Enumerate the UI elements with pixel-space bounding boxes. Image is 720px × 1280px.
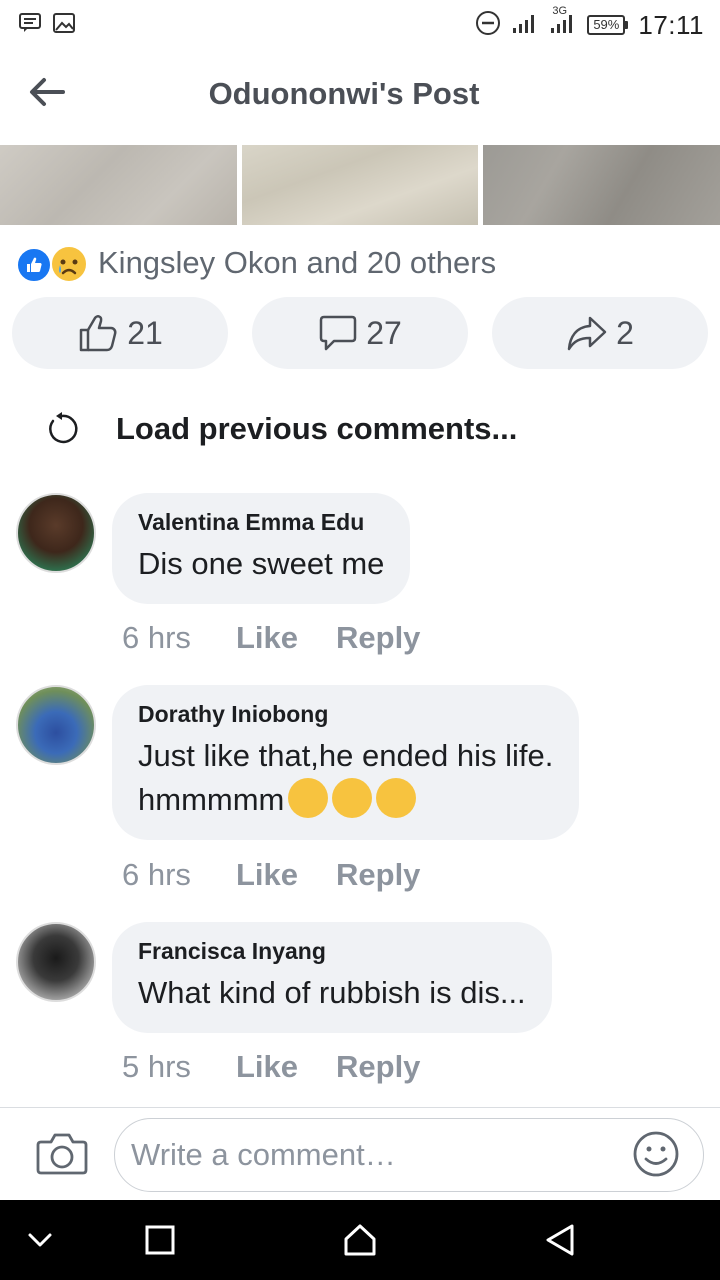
comment-meta: 6 hrs Like Reply	[122, 620, 420, 656]
load-previous-comments[interactable]: Load previous comments...	[44, 404, 517, 454]
comment-bubble[interactable]: Francisca Inyang What kind of rubbish is…	[112, 922, 552, 1033]
comment-time: 6 hrs	[122, 620, 191, 655]
avatar[interactable]	[16, 922, 96, 1002]
comment-text-line: hmmmmm	[138, 777, 553, 822]
smiley-icon	[633, 1131, 679, 1177]
signal-3g-icon: 3G	[549, 5, 577, 40]
clock: 17:11	[638, 9, 704, 40]
commenter-name[interactable]: Valentina Emma Edu	[138, 509, 384, 536]
post-image-strip	[0, 145, 720, 225]
like-button[interactable]: 21	[12, 297, 228, 369]
system-navigation-bar	[0, 1200, 720, 1280]
comment-meta: 5 hrs Like Reply	[122, 1049, 420, 1085]
camera-icon	[36, 1133, 88, 1175]
comment-text: Just like that,he ended his life. hmmmmm	[138, 734, 553, 822]
comment-text-fragment: hmmmmm	[138, 782, 285, 817]
comment-text: Dis one sweet me	[138, 546, 385, 581]
load-previous-comments-label: Load previous comments...	[116, 411, 518, 446]
comment-time: 6 hrs	[122, 857, 191, 892]
recents-square-icon	[145, 1225, 175, 1255]
signal-icon	[511, 11, 539, 40]
comment-reply-link[interactable]: Reply	[336, 857, 420, 893]
nav-collapse-button[interactable]	[20, 1220, 60, 1260]
avatar[interactable]	[16, 493, 96, 573]
avatar[interactable]	[16, 685, 96, 765]
comment-meta: 6 hrs Like Reply	[122, 857, 420, 893]
battery-icon: 59%	[587, 15, 629, 35]
status-bar: 3G 59% 17:11	[0, 0, 720, 50]
comment-time: 5 hrs	[122, 1049, 191, 1084]
comment-bubble[interactable]: Valentina Emma Edu Dis one sweet me	[112, 493, 411, 604]
comment-bubble[interactable]: Dorathy Iniobong Just like that,he ended…	[112, 685, 580, 840]
share-button[interactable]: 2	[492, 297, 708, 369]
comment-reply-link[interactable]: Reply	[336, 620, 420, 656]
battery-level: 59%	[587, 15, 626, 35]
camera-button[interactable]	[36, 1130, 88, 1176]
comment-item: Francisca Inyang What kind of rubbish is…	[16, 922, 716, 1042]
chevron-down-icon	[28, 1233, 52, 1247]
nav-home-button[interactable]	[340, 1220, 380, 1260]
do-not-disturb-icon	[475, 10, 501, 41]
comment-count: 27	[366, 314, 402, 351]
nav-back-button[interactable]	[540, 1220, 580, 1260]
back-triangle-icon	[546, 1224, 574, 1256]
header: Oduononwi's Post	[0, 50, 720, 145]
post-image[interactable]	[0, 145, 237, 225]
share-arrow-icon	[567, 316, 607, 351]
like-reaction-icon	[16, 247, 52, 283]
share-count: 2	[616, 314, 634, 351]
refresh-icon	[49, 412, 78, 444]
comment-button[interactable]: 27	[252, 297, 468, 369]
comment-text-line: Just like that,he ended his life.	[138, 738, 554, 773]
thinking-face-emoji-icon	[288, 777, 329, 818]
nav-recents-button[interactable]	[140, 1220, 180, 1260]
comment-item: Dorathy Iniobong Just like that,he ended…	[16, 685, 716, 845]
comment-text: What kind of rubbish is dis...	[138, 975, 526, 1010]
thinking-face-emoji-icon	[376, 777, 417, 818]
reactions-summary-text: Kingsley Okon and 20 others	[98, 245, 497, 280]
post-actions: 21 27 2	[12, 297, 708, 369]
page-title: Oduononwi's Post	[208, 76, 480, 111]
commenter-name[interactable]: Dorathy Iniobong	[138, 701, 553, 728]
post-image[interactable]	[483, 145, 720, 225]
message-notification-icon	[18, 12, 42, 39]
comment-reply-link[interactable]: Reply	[336, 1049, 420, 1085]
image-notification-icon	[52, 12, 76, 39]
sad-reaction-icon	[50, 245, 88, 283]
comment-like-link[interactable]: Like	[236, 1049, 336, 1085]
thinking-face-emoji-icon	[332, 777, 373, 818]
emoji-picker-button[interactable]	[632, 1130, 680, 1178]
comment-input[interactable]	[114, 1118, 704, 1192]
comment-composer	[0, 1107, 720, 1200]
like-count: 21	[127, 314, 163, 351]
thumbs-up-icon	[79, 315, 117, 352]
comment-bubble-icon	[319, 315, 357, 351]
post-image[interactable]	[241, 145, 479, 225]
comment-like-link[interactable]: Like	[236, 857, 336, 893]
home-icon	[344, 1224, 376, 1256]
commenter-name[interactable]: Francisca Inyang	[138, 938, 526, 965]
comment-like-link[interactable]: Like	[236, 620, 336, 656]
reactions-summary[interactable]: Kingsley Okon and 20 others	[16, 240, 496, 286]
